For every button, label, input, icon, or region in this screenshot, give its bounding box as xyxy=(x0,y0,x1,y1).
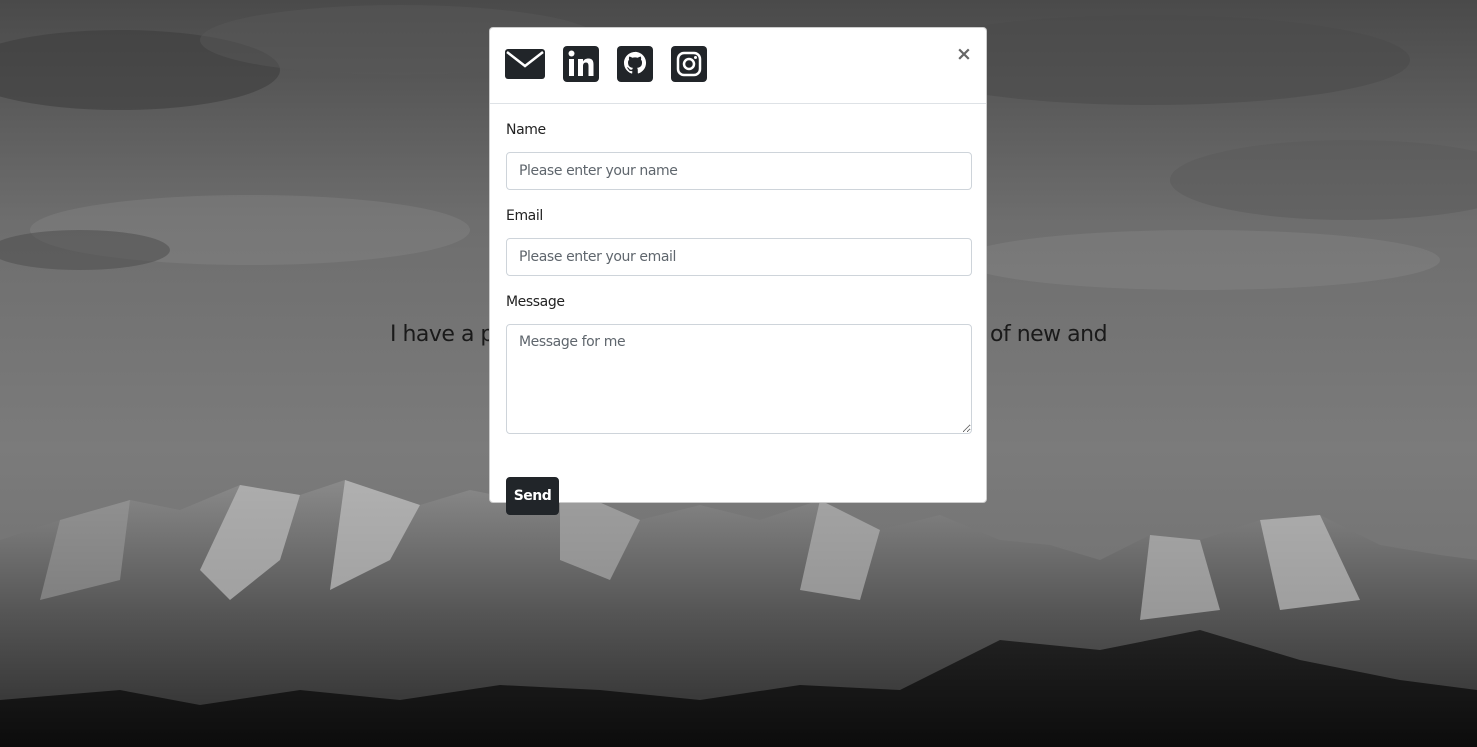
message-textarea[interactable] xyxy=(506,324,972,434)
contact-modal: × Name Email Message Send xyxy=(489,27,987,515)
instagram-icon[interactable] xyxy=(671,45,707,83)
github-icon[interactable] xyxy=(617,45,653,83)
page: I have a pas of new and × Name Please en… xyxy=(0,0,1477,747)
linkedin-icon[interactable] xyxy=(563,45,599,83)
send-button[interactable]: Send xyxy=(506,477,559,515)
email-label: Email xyxy=(506,208,543,224)
close-button[interactable]: × xyxy=(956,42,972,66)
name-input[interactable] xyxy=(506,152,972,190)
email-input[interactable] xyxy=(506,238,972,276)
modal-header: × xyxy=(490,28,986,104)
envelope-icon[interactable] xyxy=(504,45,546,83)
name-label: Name xyxy=(506,122,546,138)
message-label: Message xyxy=(506,294,565,310)
